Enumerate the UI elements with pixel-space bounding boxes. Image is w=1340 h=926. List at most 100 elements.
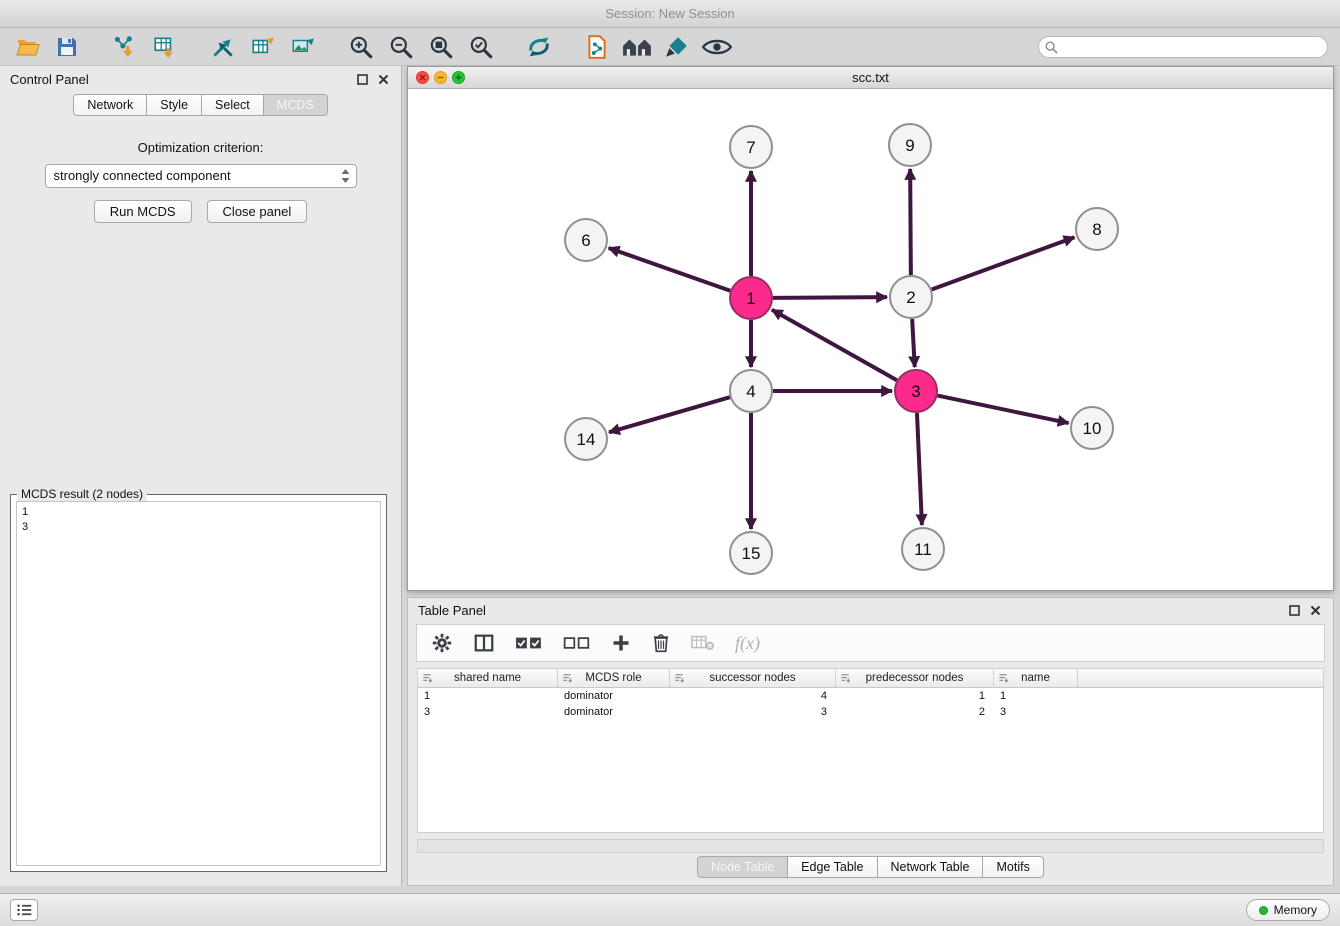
graph-node-3[interactable]: 3 <box>895 370 937 412</box>
edge-1-6[interactable] <box>609 248 731 291</box>
criterion-dropdown[interactable]: strongly connected component <box>45 164 357 188</box>
table-row[interactable]: 3dominator323 <box>418 704 1323 720</box>
graph-node-6[interactable]: 6 <box>565 219 607 261</box>
search-input[interactable] <box>1038 36 1328 58</box>
gear-icon[interactable] <box>431 632 453 654</box>
graph-node-15[interactable]: 15 <box>730 532 772 574</box>
import-network-icon[interactable] <box>108 31 142 63</box>
table-export-icon[interactable] <box>246 31 280 63</box>
list-icon <box>16 903 33 917</box>
open-folder-icon[interactable] <box>10 31 44 63</box>
svg-text:8: 8 <box>1092 220 1101 239</box>
select-all-icon[interactable] <box>515 635 543 651</box>
delete-column-icon[interactable] <box>651 632 671 654</box>
graph-node-4[interactable]: 4 <box>730 370 772 412</box>
sort-icon[interactable] <box>562 673 573 684</box>
eye-icon[interactable] <box>700 31 734 63</box>
document-share-icon[interactable] <box>580 31 614 63</box>
network-view-window: scc.txt 7968124314101511 <box>407 66 1334 591</box>
network-canvas[interactable]: 7 9 6 8 1 2 4 3 14 10 15 11 <box>408 89 1333 590</box>
zoom-out-icon[interactable] <box>384 31 418 63</box>
graph-node-14[interactable]: 14 <box>565 418 607 460</box>
table-horizontal-scrollbar[interactable] <box>417 839 1324 853</box>
task-history-button[interactable] <box>10 899 38 921</box>
memory-label: Memory <box>1274 903 1317 917</box>
sort-icon[interactable] <box>422 673 433 684</box>
close-table-panel-icon[interactable] <box>1310 605 1321 616</box>
criterion-dropdown-value: strongly connected component <box>54 168 231 183</box>
float-table-panel-icon[interactable] <box>1289 605 1300 616</box>
mcds-result-text: 1 3 <box>16 501 381 866</box>
minimize-window-icon[interactable] <box>434 71 447 84</box>
column-header-mcds-role[interactable]: MCDS role <box>558 669 670 687</box>
float-panel-icon[interactable] <box>357 74 368 85</box>
zoom-in-icon[interactable] <box>344 31 378 63</box>
tab-node-table[interactable]: Node Table <box>697 856 788 878</box>
edge-1-2[interactable] <box>773 297 887 298</box>
graph-node-1[interactable]: 1 <box>730 277 772 319</box>
tab-network-table[interactable]: Network Table <box>878 856 984 878</box>
edge-3-11[interactable] <box>917 413 922 525</box>
close-panel-icon[interactable] <box>378 74 389 85</box>
graph-node-9[interactable]: 9 <box>889 124 931 166</box>
column-header-predecessor-nodes[interactable]: predecessor nodes <box>836 669 994 687</box>
graph-node-10[interactable]: 10 <box>1071 407 1113 449</box>
network-arrows-icon[interactable] <box>206 31 240 63</box>
svg-text:7: 7 <box>746 138 755 157</box>
tab-motifs[interactable]: Motifs <box>983 856 1043 878</box>
table-cell: 3 <box>994 704 1078 720</box>
tab-mcds[interactable]: MCDS <box>264 94 328 116</box>
status-bar: Memory <box>0 893 1340 926</box>
table-cell: dominator <box>558 704 670 720</box>
tab-select[interactable]: Select <box>202 94 264 116</box>
edge-2-3[interactable] <box>912 319 915 367</box>
table-cell: 1 <box>836 688 994 704</box>
deselect-all-icon[interactable] <box>563 635 591 651</box>
graph-node-11[interactable]: 11 <box>902 528 944 570</box>
chevron-updown-icon <box>340 168 351 191</box>
style-brush-icon[interactable] <box>660 31 694 63</box>
graph-node-8[interactable]: 8 <box>1076 208 1118 250</box>
edge-3-1[interactable] <box>772 310 897 380</box>
column-header-shared-name[interactable]: shared name <box>418 669 558 687</box>
sort-icon[interactable] <box>674 673 685 684</box>
zoom-window-icon[interactable] <box>452 71 465 84</box>
image-export-icon[interactable] <box>286 31 320 63</box>
add-column-icon[interactable] <box>611 633 631 653</box>
svg-text:14: 14 <box>577 430 596 449</box>
zoom-fit-icon[interactable] <box>424 31 458 63</box>
save-disk-icon[interactable] <box>50 31 84 63</box>
tab-network[interactable]: Network <box>73 94 147 116</box>
table-cell: 4 <box>670 688 836 704</box>
edge-2-8[interactable] <box>932 237 1075 289</box>
zoom-selected-icon[interactable] <box>464 31 498 63</box>
edge-2-9[interactable] <box>910 169 911 275</box>
column-header-name[interactable]: name <box>994 669 1078 687</box>
refresh-icon[interactable] <box>522 31 556 63</box>
double-home-icon[interactable] <box>620 31 654 63</box>
run-mcds-button[interactable]: Run MCDS <box>94 200 192 223</box>
function-builder-icon: f(x) <box>735 633 760 654</box>
svg-text:9: 9 <box>905 136 914 155</box>
main-toolbar <box>0 28 1340 66</box>
edge-4-14[interactable] <box>609 397 730 432</box>
sort-icon[interactable] <box>998 673 1009 684</box>
table-panel: Table Panel f(x) shared nameMCDS rolesuc… <box>407 597 1334 886</box>
sort-icon[interactable] <box>840 673 851 684</box>
close-panel-button[interactable]: Close panel <box>207 200 308 223</box>
svg-text:15: 15 <box>742 544 761 563</box>
import-table-icon[interactable] <box>148 31 182 63</box>
edge-3-10[interactable] <box>938 396 1069 424</box>
column-header-successor-nodes[interactable]: successor nodes <box>670 669 836 687</box>
close-window-icon[interactable] <box>416 71 429 84</box>
table-cell: dominator <box>558 688 670 704</box>
memory-status-icon <box>1259 906 1268 915</box>
graph-node-7[interactable]: 7 <box>730 126 772 168</box>
tab-style[interactable]: Style <box>147 94 202 116</box>
memory-button[interactable]: Memory <box>1246 899 1330 921</box>
graph-node-2[interactable]: 2 <box>890 276 932 318</box>
columns-icon[interactable] <box>473 632 495 654</box>
tab-edge-table[interactable]: Edge Table <box>788 856 877 878</box>
node-table: shared nameMCDS rolesuccessor nodesprede… <box>417 668 1324 833</box>
table-row[interactable]: 1dominator411 <box>418 688 1323 704</box>
